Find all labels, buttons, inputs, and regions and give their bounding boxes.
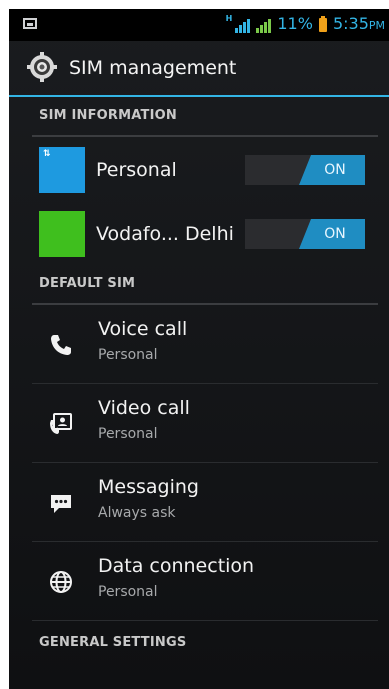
item-title: Data connection: [98, 555, 255, 577]
signal-sim1-icon: [235, 17, 251, 33]
page-title: SIM management: [69, 57, 237, 79]
phone-icon: [51, 335, 71, 355]
settings-gear-icon[interactable]: [27, 52, 57, 82]
toggle-on-label: ON: [299, 219, 365, 249]
sim-label: Personal: [96, 159, 177, 181]
item-title: Messaging: [98, 476, 199, 498]
item-subtitle: Personal: [98, 584, 158, 600]
section-label: GENERAL SETTINGS: [39, 635, 187, 650]
clock-ampm: PM: [368, 19, 385, 32]
sim-toggle[interactable]: ON: [245, 219, 365, 249]
phone-screen: H 11% 5:35PM SIM management SIM INFORMAT…: [9, 9, 389, 689]
battery-percent: 11%: [277, 14, 313, 33]
list-item-messaging[interactable]: Messaging Always ask: [32, 463, 378, 542]
status-bar: H 11% 5:35PM: [9, 9, 389, 41]
message-icon: [51, 495, 71, 513]
network-type-badge: H: [225, 14, 233, 23]
section-default-sim: DEFAULT SIM: [32, 265, 378, 305]
item-title: Voice call: [98, 318, 188, 340]
sim-row-vodafone[interactable]: Vodafo... Delhi ON: [9, 201, 389, 265]
item-subtitle: Always ask: [98, 505, 176, 521]
section-label: DEFAULT SIM: [39, 276, 136, 291]
video-call-icon: [50, 413, 72, 434]
action-bar: SIM management: [9, 41, 389, 97]
globe-icon: [50, 571, 72, 593]
item-subtitle: Personal: [98, 347, 158, 363]
clock-time: 5:35: [332, 14, 369, 33]
list-item-data-connection[interactable]: Data connection Personal: [32, 542, 378, 621]
list-item-voice-call[interactable]: Voice call Personal: [32, 305, 378, 384]
item-title: Video call: [98, 397, 190, 419]
section-sim-information: SIM INFORMATION: [32, 97, 378, 137]
clock: 5:35PM: [333, 14, 385, 33]
sim-toggle[interactable]: ON: [245, 155, 365, 185]
section-general-settings: GENERAL SETTINGS: [32, 621, 378, 659]
battery-icon: [318, 16, 327, 32]
section-label: SIM INFORMATION: [39, 108, 177, 123]
data-arrows-icon: ⇅: [43, 149, 51, 159]
signal-sim2-icon: [256, 17, 272, 33]
gallery-notification-icon: [23, 18, 37, 29]
item-subtitle: Personal: [98, 426, 158, 442]
list-item-video-call[interactable]: Video call Personal: [32, 384, 378, 463]
sim-label: Vodafo... Delhi: [96, 223, 234, 245]
sim-row-personal[interactable]: ⇅ Personal ON: [9, 137, 389, 201]
sim-color-icon: [39, 211, 85, 257]
sim-color-icon: ⇅: [39, 147, 85, 193]
status-icons: H 11% 5:35PM: [226, 14, 385, 33]
toggle-on-label: ON: [299, 155, 365, 185]
